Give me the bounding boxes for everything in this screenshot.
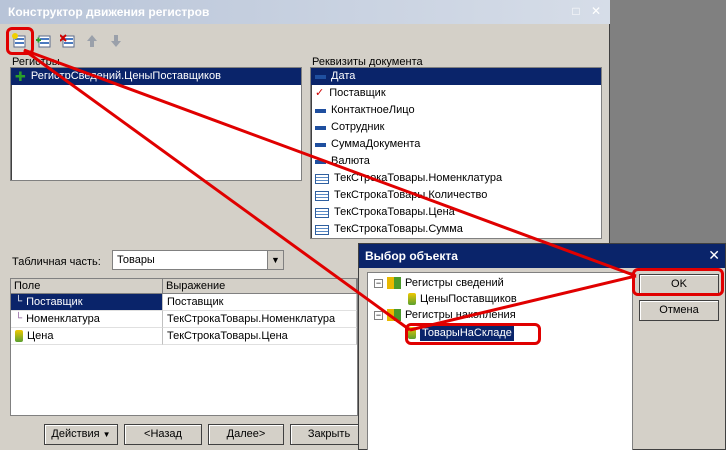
attribute-label: ТекСтрокаТовары.Цена — [334, 206, 455, 218]
table-row[interactable]: Цена ТекСтрокаТовары.Цена — [11, 328, 357, 345]
window-titlebar[interactable]: Конструктор движения регистров — [0, 0, 610, 24]
expression-cell[interactable]: ТекСтрокаТовары.Цена — [163, 328, 357, 345]
expression-cell[interactable]: Поставщик — [163, 294, 357, 311]
tabular-part-select[interactable]: Товары ▼ — [112, 250, 284, 270]
close-button[interactable]: ✕ — [588, 4, 604, 19]
tabular-part-label: Табличная часть: — [12, 256, 101, 268]
attribute-item[interactable]: КонтактноеЛицо — [311, 102, 601, 119]
register-item-label: РегистрСведений.ЦеныПоставщиков — [30, 70, 221, 82]
table-icon — [315, 224, 329, 235]
attribute-item[interactable]: ТекСтрокаТовары.Номенклатура — [311, 170, 601, 187]
registers-list[interactable]: ✚ РегистрСведений.ЦеныПоставщиков — [10, 67, 302, 181]
close-designer-button[interactable]: Закрыть — [290, 424, 368, 445]
attribute-item[interactable]: Валюта — [311, 153, 601, 170]
attribute-label: ТекСтрокаТовары.Количество — [334, 189, 488, 201]
info-register-icon — [387, 277, 401, 289]
back-button[interactable]: <Назад — [124, 424, 202, 445]
plus-icon: ✚ — [15, 69, 26, 84]
delete-register-icon[interactable] — [58, 31, 78, 51]
attribute-label: ТекСтрокаТовары.Сумма — [334, 223, 463, 235]
dialog-title: Выбор объекта — [365, 249, 458, 263]
document-attributes-list[interactable]: Дата ✓ Поставщик КонтактноеЛицо Сотрудник Сум… — [310, 67, 602, 239]
reference-icon: ✓ — [315, 87, 325, 99]
dialog-close-button[interactable]: ✕ — [708, 248, 720, 263]
field-cell: Цена — [27, 330, 54, 342]
table-row[interactable]: └ Поставщик Поставщик — [11, 294, 357, 311]
attribute-label: Поставщик — [329, 87, 386, 99]
dialog-titlebar[interactable]: Выбор объекта — [359, 244, 725, 268]
edit-register-icon[interactable] — [34, 31, 54, 51]
table-icon — [315, 190, 329, 201]
attribute-icon — [315, 74, 326, 79]
attribute-item[interactable]: Дата — [311, 68, 601, 85]
move-up-icon[interactable] — [82, 31, 102, 51]
accumulation-register-icon — [387, 309, 401, 321]
table-icon — [315, 207, 329, 218]
attribute-icon — [315, 108, 326, 113]
attribute-item[interactable]: ✓ Поставщик — [311, 85, 601, 102]
attribute-icon — [315, 142, 326, 147]
move-down-icon[interactable] — [106, 31, 126, 51]
actions-label: Действия — [51, 428, 100, 440]
attribute-label: Дата — [331, 70, 356, 82]
dropdown-arrow-icon[interactable]: ▼ — [267, 251, 283, 269]
next-button[interactable]: Далее> — [208, 424, 284, 445]
tree-node-label: Регистры сведений — [405, 277, 504, 289]
attribute-label: Валюта — [331, 155, 370, 167]
highlight-ok-button — [632, 268, 724, 296]
register-leaf-icon — [408, 293, 416, 305]
object-tree[interactable]: − Регистры сведений ЦеныПоставщиков − Ре… — [367, 272, 633, 450]
field-cell: Поставщик — [26, 296, 83, 308]
tabular-part-value: Товары — [117, 254, 155, 266]
attribute-label: ТекСтрокаТовары.Номенклатура — [334, 172, 503, 184]
grid-header: Поле Выражение — [11, 279, 357, 294]
cancel-button[interactable]: Отмена — [639, 300, 719, 321]
dimension-icon: └ — [15, 296, 23, 307]
attribute-item[interactable]: ТекСтрокаТовары.Количество — [311, 187, 601, 204]
attribute-item[interactable]: Сотрудник — [311, 119, 601, 136]
highlight-add-button — [6, 27, 34, 55]
tree-node-supplier-prices[interactable]: ЦеныПоставщиков — [408, 291, 517, 307]
dropdown-arrow-icon: ▼ — [102, 430, 111, 439]
actions-button[interactable]: Действия ▼ — [44, 424, 118, 445]
resource-icon — [15, 330, 23, 342]
tree-node-accumulation-registers[interactable]: − Регистры накопления — [374, 307, 516, 323]
attribute-icon — [315, 159, 326, 164]
dimension-icon: └ — [15, 313, 23, 324]
field-cell: Номенклатура — [26, 313, 100, 325]
column-header-field[interactable]: Поле — [11, 279, 163, 293]
attribute-label: СуммаДокумента — [331, 138, 421, 150]
register-item[interactable]: ✚ РегистрСведений.ЦеныПоставщиков — [11, 68, 301, 85]
table-row[interactable]: └ Номенклатура ТекСтрокаТовары.Номенклату… — [11, 311, 357, 328]
column-header-expression[interactable]: Выражение — [163, 279, 357, 293]
maximize-button[interactable]: □ — [568, 4, 584, 19]
tree-node-label: ЦеныПоставщиков — [420, 293, 517, 305]
collapse-icon[interactable]: − — [374, 278, 383, 288]
highlight-tree-node — [405, 323, 541, 345]
collapse-icon[interactable]: − — [374, 310, 383, 320]
mapping-grid[interactable]: Поле Выражение └ Поставщик Поставщик └ Ном… — [10, 278, 358, 416]
tree-node-info-registers[interactable]: − Регистры сведений — [374, 275, 504, 291]
attribute-label: Сотрудник — [331, 121, 385, 133]
attribute-icon — [315, 125, 326, 130]
window-title: Конструктор движения регистров — [8, 5, 210, 19]
table-icon — [315, 173, 329, 184]
attribute-label: КонтактноеЛицо — [331, 104, 415, 116]
attribute-item[interactable]: СуммаДокумента — [311, 136, 601, 153]
expression-cell[interactable]: ТекСтрокаТовары.Номенклатура — [163, 311, 357, 328]
tree-node-label: Регистры накопления — [405, 309, 516, 321]
attribute-item[interactable]: ТекСтрокаТовары.Сумма — [311, 221, 601, 238]
attribute-item[interactable]: ТекСтрокаТовары.Цена — [311, 204, 601, 221]
